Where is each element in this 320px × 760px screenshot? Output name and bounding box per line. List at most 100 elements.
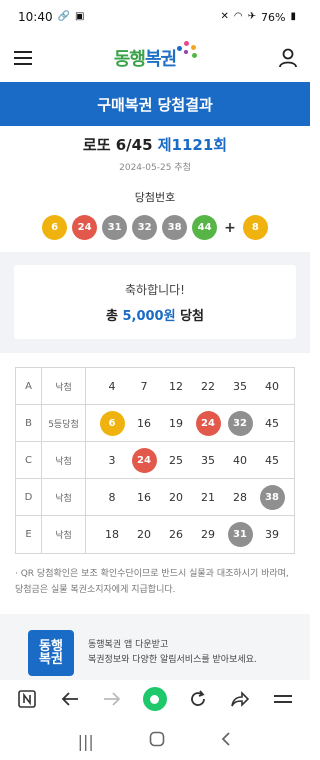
winning-ball: 38 (162, 215, 188, 240)
ticket-number: 40 (265, 379, 279, 393)
status-time: 10:40 (18, 10, 53, 24)
ticket-number: 21 (201, 490, 215, 504)
draw-date: 2024-05-25 추첨 (119, 163, 191, 173)
ticket-number: 8 (108, 490, 116, 504)
n-icon[interactable] (13, 685, 41, 713)
ticket-number: 35 (233, 379, 247, 393)
mute-icon: ✕ (220, 11, 229, 22)
winning-ball: 24 (72, 215, 98, 240)
game-numbers: 8 16 20 21 28 38 (86, 479, 294, 515)
ticket-row: C 낙첨 3 24 25 35 40 45 (16, 442, 294, 479)
ticket-table: A 낙첨 4 7 12 22 35 40 B 5등당첨 6 16 19 24 32 45 C 낙첨 3 24 25 35 4… (15, 367, 295, 554)
bonus-ball: 8 (242, 215, 268, 240)
ticket-number: 4 (108, 379, 116, 393)
game-numbers: 6 16 19 24 32 45 (86, 405, 294, 441)
refresh-icon[interactable] (184, 685, 212, 713)
battery-level: 76% (261, 10, 286, 24)
status-bar: 10:40 🔗 ▣ ✕ ◠ ✈ 76% ▮ (0, 0, 310, 34)
prize-total: 총 5,000원 당첨 (105, 308, 205, 324)
ticket-number: 12 (169, 379, 183, 393)
ticket-row: E 낙첨 18 20 26 29 31 39 (16, 516, 294, 553)
share-icon[interactable] (226, 685, 254, 713)
game-numbers: 3 24 25 35 40 45 (86, 442, 294, 478)
ticket-row: B 5등당첨 6 16 19 24 32 45 (16, 405, 294, 442)
game-result: 5등당첨 (42, 405, 86, 441)
game-result: 낙첨 (42, 368, 86, 404)
winning-ball: 31 (102, 215, 128, 240)
matched-number: 38 (259, 484, 285, 510)
green-dot-icon (142, 687, 167, 711)
game-label: B (16, 405, 42, 441)
app-banner-text: 동행복권 앱 다운받고 복권정보와 다양한 알림서비스를 받아보세요. (88, 640, 257, 665)
ticket-number: 25 (169, 453, 183, 467)
matched-number: 24 (195, 410, 221, 436)
ticket-number: 20 (169, 490, 183, 504)
ticket-number: 20 (137, 528, 151, 541)
ticket-number: 3 (108, 453, 116, 467)
game-label: D (16, 479, 42, 515)
home-button[interactable] (141, 685, 169, 713)
draw-header: 로또 6/45 제1121회 2024-05-25 추첨 (0, 126, 310, 173)
browser-toolbar (0, 680, 310, 718)
ticket-number: 19 (169, 416, 183, 430)
airplane-icon: ✈ (247, 11, 257, 22)
draw-title: 로또 6/45 제1121회 (82, 136, 228, 154)
winning-ball: 6 (42, 215, 68, 240)
game-result: 낙첨 (42, 479, 86, 515)
ticket-number: 7 (140, 379, 148, 393)
game-result: 낙첨 (42, 516, 86, 553)
winning-ball: 44 (192, 215, 218, 240)
menu-icon[interactable] (14, 50, 34, 66)
game-result: 낙첨 (42, 442, 86, 478)
winning-ball: 32 (132, 215, 158, 240)
bonus-plus-sign: + (224, 219, 236, 236)
ticket-number: 22 (201, 379, 215, 393)
ticket-number: 45 (265, 453, 279, 467)
ticket-number: 16 (137, 490, 151, 504)
winning-numbers: 6 24 31 32 38 44 +8 (0, 215, 310, 240)
page-title: 구매복권 당첨결과 (97, 95, 213, 114)
ticket-number: 28 (233, 490, 247, 504)
logo-burst-icon (176, 41, 198, 63)
forward-icon[interactable] (98, 685, 126, 713)
ticket-number: 29 (201, 528, 215, 541)
logo-text: 동행복권 (113, 49, 177, 70)
link-icon: 🔗 (57, 11, 71, 22)
app-header: 동행복권 (0, 34, 310, 82)
user-icon[interactable] (278, 48, 298, 68)
result-section: 축하합니다! 총 5,000원 당첨 (0, 252, 310, 353)
ticket-row: D 낙첨 8 16 20 21 28 38 (16, 479, 294, 516)
home-nav-icon[interactable] (149, 731, 165, 751)
ticket-number: 16 (137, 416, 151, 430)
game-label: E (16, 516, 42, 553)
system-nav-bar: ||| (0, 722, 310, 760)
wifi-icon: ◠ (233, 11, 243, 22)
ticket-number: 18 (105, 528, 119, 541)
result-card: 축하합니다! 총 5,000원 당첨 (14, 265, 296, 339)
game-numbers: 18 20 26 29 31 39 (86, 516, 294, 553)
image-icon: ▣ (75, 11, 85, 22)
page-title-bar: 구매복권 당첨결과 (0, 82, 310, 126)
more-menu-icon[interactable] (269, 685, 297, 713)
matched-number: 24 (131, 447, 157, 473)
battery-icon: ▮ (290, 11, 296, 22)
app-icon: 동행 복권 (28, 630, 74, 676)
notice-text: · QR 당첨확인은 보조 확인수단이므로 반드시 실물과 대조하시기 바라며,… (15, 569, 289, 595)
recent-apps-icon[interactable]: ||| (78, 732, 94, 751)
site-logo[interactable]: 동행복권 (113, 41, 198, 71)
matched-number: 6 (99, 410, 125, 436)
winning-numbers-label: 당첨번호 (134, 191, 176, 204)
ticket-number: 35 (201, 453, 215, 467)
game-label: A (16, 368, 42, 404)
matched-number: 31 (227, 522, 253, 547)
game-label: C (16, 442, 42, 478)
ticket-number: 26 (169, 528, 183, 541)
game-numbers: 4 7 12 22 35 40 (86, 368, 294, 404)
back-icon[interactable] (56, 685, 84, 713)
ticket-number: 39 (265, 528, 279, 541)
ticket-row: A 낙첨 4 7 12 22 35 40 (16, 368, 294, 405)
back-nav-icon[interactable] (220, 731, 232, 751)
congrats-text: 축하합니다! (124, 282, 185, 297)
matched-number: 32 (227, 410, 253, 436)
ticket-number: 45 (265, 416, 279, 430)
